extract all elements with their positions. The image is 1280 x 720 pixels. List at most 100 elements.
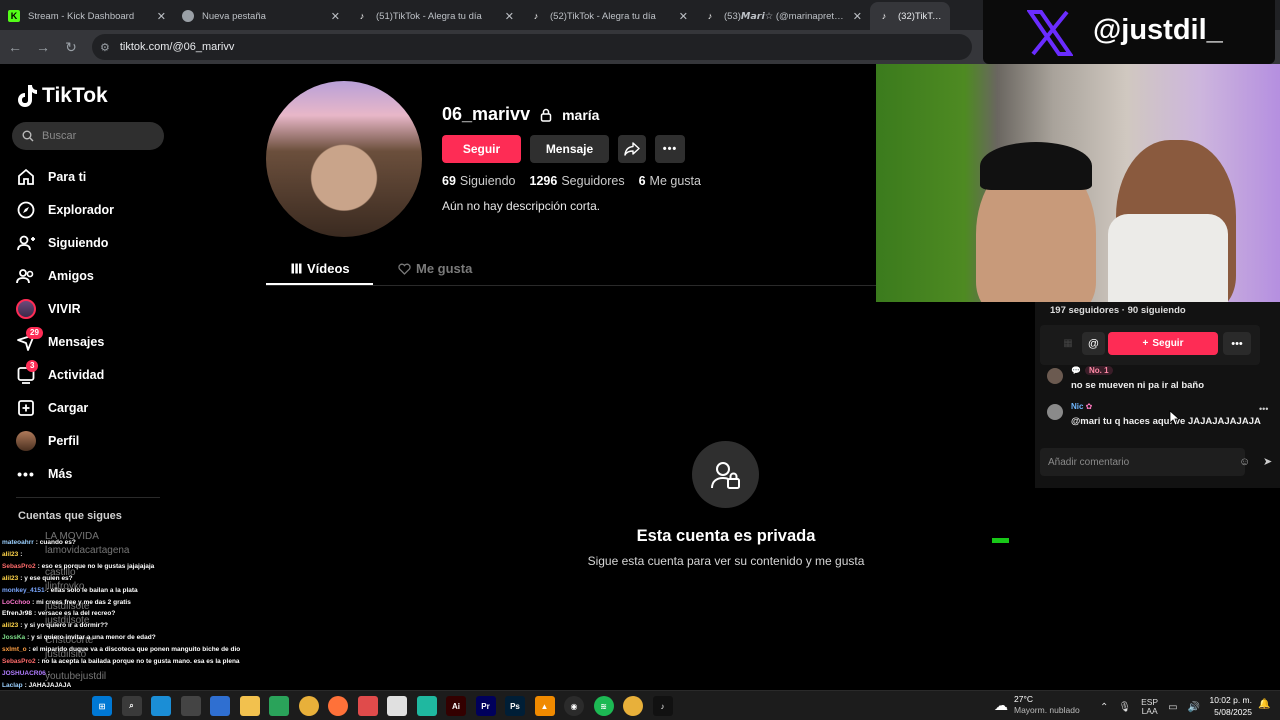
taskbar-clock[interactable]: 10:02 p. m. 5/08/2025	[1206, 694, 1252, 718]
drive-icon[interactable]	[269, 696, 289, 716]
sidebar-item-amigos[interactable]: Amigos	[16, 259, 216, 292]
heart-lock-icon	[398, 263, 411, 275]
close-icon[interactable]: ✕	[505, 10, 514, 23]
x-logo-icon	[1027, 10, 1073, 56]
close-icon[interactable]: ✕	[679, 10, 688, 23]
copilot-icon[interactable]	[416, 696, 437, 716]
store-icon[interactable]	[210, 696, 230, 716]
compass-icon	[16, 200, 36, 220]
close-icon[interactable]: ✕	[331, 10, 340, 23]
close-icon[interactable]: ✕	[157, 10, 166, 23]
tab-videos[interactable]: Vídeos	[291, 261, 350, 276]
browser-tab-kick[interactable]: K Stream - Kick Dashboard ✕	[0, 2, 174, 30]
file-icon[interactable]	[387, 696, 407, 716]
profile-stats: 69 Siguiendo 1296 Seguidores 6 Me gusta	[442, 174, 701, 188]
tiktok-icon[interactable]: ♪	[652, 696, 673, 716]
firefox-icon[interactable]	[328, 696, 348, 716]
send-icon[interactable]: ➤	[1263, 455, 1272, 468]
windows-icon[interactable]: ⊞	[92, 696, 112, 716]
live-icon	[16, 298, 36, 319]
profile-avatar[interactable]	[266, 81, 422, 237]
browser-tab-new[interactable]: Nueva pestaña ✕	[174, 2, 348, 30]
chrome-icon[interactable]	[623, 696, 643, 716]
windows-taskbar: ⊞ ⌕ Ai Pr Ps ▲ ◉ ≋ ♪ ☁ 27°C Mayorm. nublado ⌃ 🎙 …	[0, 690, 1280, 720]
mention-button[interactable]: @	[1082, 332, 1105, 355]
sidebar-item-mas[interactable]: ••• Más	[16, 457, 216, 490]
url-field[interactable]: ⚙ tiktok.com/@06_marivv	[92, 34, 972, 60]
comment-more-icon[interactable]: •••	[1259, 404, 1268, 414]
close-icon[interactable]: ✕	[853, 10, 862, 23]
photoshop-icon[interactable]: Ps	[505, 696, 525, 716]
sidebar-item-mensajes[interactable]: 29 Mensajes	[16, 325, 216, 358]
live-follow-button[interactable]: + Seguir	[1108, 332, 1218, 355]
tab-likes[interactable]: Me gusta	[398, 261, 472, 276]
home-icon	[16, 167, 36, 187]
illustrator-icon[interactable]: Ai	[446, 696, 466, 716]
x-handle-text: @justdil_	[1093, 14, 1223, 46]
sidebar-divider	[16, 497, 160, 498]
share-button[interactable]	[618, 135, 646, 163]
sidebar-item-siguiendo[interactable]: Siguiendo	[16, 226, 216, 259]
obs-icon[interactable]: ◉	[564, 696, 584, 716]
chat-message: monkey_4151: ellas solo le bailan a la p…	[2, 585, 240, 597]
stat-followers[interactable]: 1296 Seguidores	[530, 174, 625, 188]
friends-icon	[16, 266, 36, 286]
gift-icon[interactable]: ▦	[1058, 332, 1078, 354]
weather-widget[interactable]: ☁ 27°C Mayorm. nublado	[994, 694, 1080, 716]
browser-tab-tiktok-32[interactable]: ♪ (32)TikTok - Alegra tu día	[870, 2, 950, 30]
live-more-button[interactable]: •••	[1223, 332, 1251, 355]
back-icon[interactable]: ←	[2, 34, 28, 60]
chrome-icon[interactable]	[298, 696, 319, 716]
share-icon	[624, 142, 640, 156]
more-options-button[interactable]: •••	[655, 135, 685, 163]
edge-icon[interactable]	[151, 696, 171, 716]
upload-icon	[16, 398, 36, 418]
mail-icon[interactable]	[357, 696, 378, 716]
spotify-icon[interactable]: ≋	[593, 696, 614, 716]
language-indicator[interactable]: ESP LAA	[1141, 698, 1158, 716]
stat-following[interactable]: 69 Siguiendo	[442, 174, 516, 188]
reload-icon[interactable]: ↻	[58, 34, 84, 60]
files-icon[interactable]	[239, 696, 260, 716]
chat-username: alil23	[2, 622, 19, 630]
chat-text: :	[20, 550, 23, 558]
sidebar-item-vivir[interactable]: VIVIR	[16, 292, 216, 325]
sidebar-item-para-ti[interactable]: Para ti	[16, 160, 216, 193]
follow-button[interactable]: Seguir	[442, 135, 521, 163]
sidebar-item-explorador[interactable]: Explorador	[16, 193, 216, 226]
chat-username: EfrenJr98	[2, 610, 32, 618]
chat-username: mateoahrr	[2, 539, 34, 546]
rank-badge: No. 1	[1084, 366, 1113, 375]
tiktok-logo[interactable]: TikTok	[16, 84, 108, 108]
chat-message: EfrenJr98: versace es la del recreo?	[2, 608, 240, 620]
sidebar-item-perfil[interactable]: Perfil	[16, 424, 216, 457]
site-info-icon[interactable]: ⚙	[100, 41, 110, 54]
browser-tab-tiktok-52[interactable]: ♪ (52)TikTok - Alegra tu día ✕	[522, 2, 696, 30]
live-panel: 197 seguidores · 90 siguiendo ▦ @ + Segui…	[1035, 302, 1280, 488]
browser-tab-tiktok-53[interactable]: ♪ (53)𝙈𝙖𝙧𝙞☆ (@marinapretelt) | TikTok ✕	[696, 2, 870, 30]
search-input[interactable]: Buscar	[12, 122, 164, 150]
live-action-card: ▦ @ + Seguir •••	[1040, 325, 1260, 365]
forward-icon[interactable]: →	[30, 34, 56, 60]
sidebar-item-actividad[interactable]: 3 Actividad	[16, 358, 216, 391]
flower-icon: ✿	[1083, 402, 1093, 411]
comment-input[interactable]: Añadir comentario	[1040, 448, 1245, 476]
stat-value: 69	[442, 174, 456, 188]
chevron-up-icon[interactable]: ⌃	[1100, 702, 1108, 713]
task-view-icon[interactable]	[180, 696, 201, 716]
emoji-icon[interactable]: ☺	[1239, 456, 1250, 468]
browser-tab-tiktok-51[interactable]: ♪ (51)TikTok - Alegra tu día ✕	[348, 2, 522, 30]
message-button[interactable]: Mensaje	[530, 135, 609, 163]
chat-message: alil23: y ese quien es?	[2, 573, 240, 585]
network-icon[interactable]: ▭	[1168, 702, 1177, 713]
volume-icon[interactable]: 🔊	[1188, 702, 1200, 713]
microphone-icon[interactable]: 🎙	[1118, 702, 1131, 713]
temperature: 27°C	[1014, 694, 1033, 704]
notification-icon[interactable]: 🔔	[1258, 699, 1270, 710]
sidebar-item-cargar[interactable]: Cargar	[16, 391, 216, 424]
search-icon[interactable]: ⌕	[121, 696, 142, 716]
avatar	[1047, 404, 1063, 420]
vlc-icon[interactable]: ▲	[534, 696, 555, 716]
premiere-icon[interactable]: Pr	[475, 696, 496, 716]
profile-bio: Aún no hay descripción corta.	[442, 199, 601, 213]
